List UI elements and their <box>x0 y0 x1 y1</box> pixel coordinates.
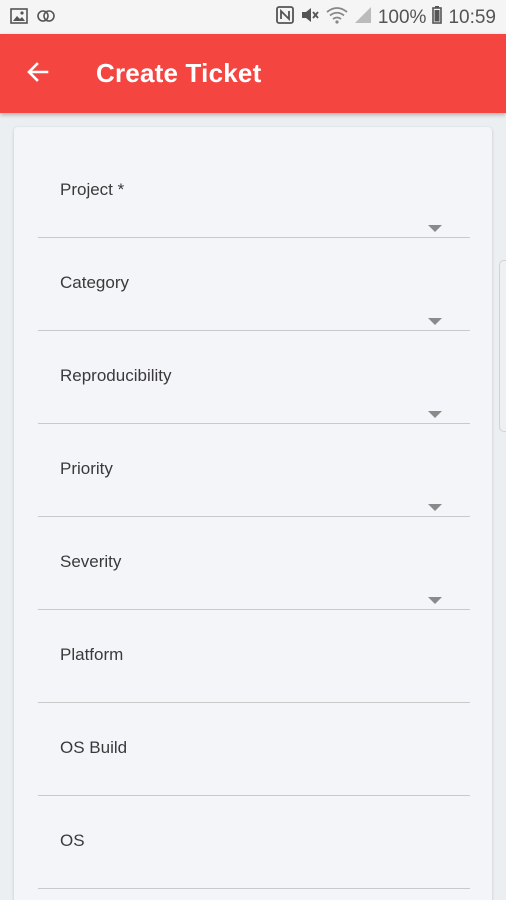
field-label-os: OS <box>60 831 85 850</box>
field-label-project: Project * <box>60 180 125 199</box>
platform-input[interactable]: Platform <box>38 610 470 703</box>
app-bar: Create Ticket <box>0 34 506 113</box>
arrow-back-icon <box>26 60 50 89</box>
field-label-os-build: OS Build <box>60 738 128 757</box>
project-dropdown[interactable]: Project * <box>38 145 470 238</box>
reproducibility-dropdown[interactable]: Reproducibility <box>38 331 470 424</box>
priority-dropdown[interactable]: Priority <box>38 424 470 517</box>
os-input[interactable]: OS <box>38 796 470 889</box>
field-label-reproducibility: Reproducibility <box>60 366 172 385</box>
back-button[interactable] <box>20 56 56 92</box>
category-dropdown[interactable]: Category <box>38 238 470 331</box>
field-label-platform: Platform <box>60 645 124 664</box>
wifi-icon <box>326 6 348 30</box>
dropdown-arrow-icon <box>428 225 442 232</box>
dropdown-arrow-icon <box>428 504 442 511</box>
signal-icon <box>354 6 372 30</box>
severity-dropdown[interactable]: Severity <box>38 517 470 610</box>
status-time: 10:59 <box>448 7 496 28</box>
mute-icon <box>300 6 320 30</box>
field-label-severity: Severity <box>60 552 122 571</box>
cast-icon <box>36 8 56 29</box>
edge-panel-handle[interactable] <box>499 260 506 432</box>
os-build-input[interactable]: OS Build <box>38 703 470 796</box>
nfc-icon <box>275 6 294 30</box>
page-title: Create Ticket <box>96 58 262 88</box>
battery-percent: 100% <box>377 7 427 28</box>
field-underline <box>38 888 470 889</box>
dropdown-arrow-icon <box>428 597 442 604</box>
battery-icon <box>432 6 443 30</box>
dropdown-arrow-icon <box>428 411 442 418</box>
dropdown-arrow-icon <box>428 318 442 325</box>
field-label-category: Category <box>60 273 129 292</box>
status-bar: 100% 10:59 <box>0 0 506 34</box>
image-icon <box>10 8 28 29</box>
ticket-form-card: Project * Category Reproducibility Prior… <box>14 127 492 900</box>
field-label-priority: Priority <box>60 459 113 478</box>
